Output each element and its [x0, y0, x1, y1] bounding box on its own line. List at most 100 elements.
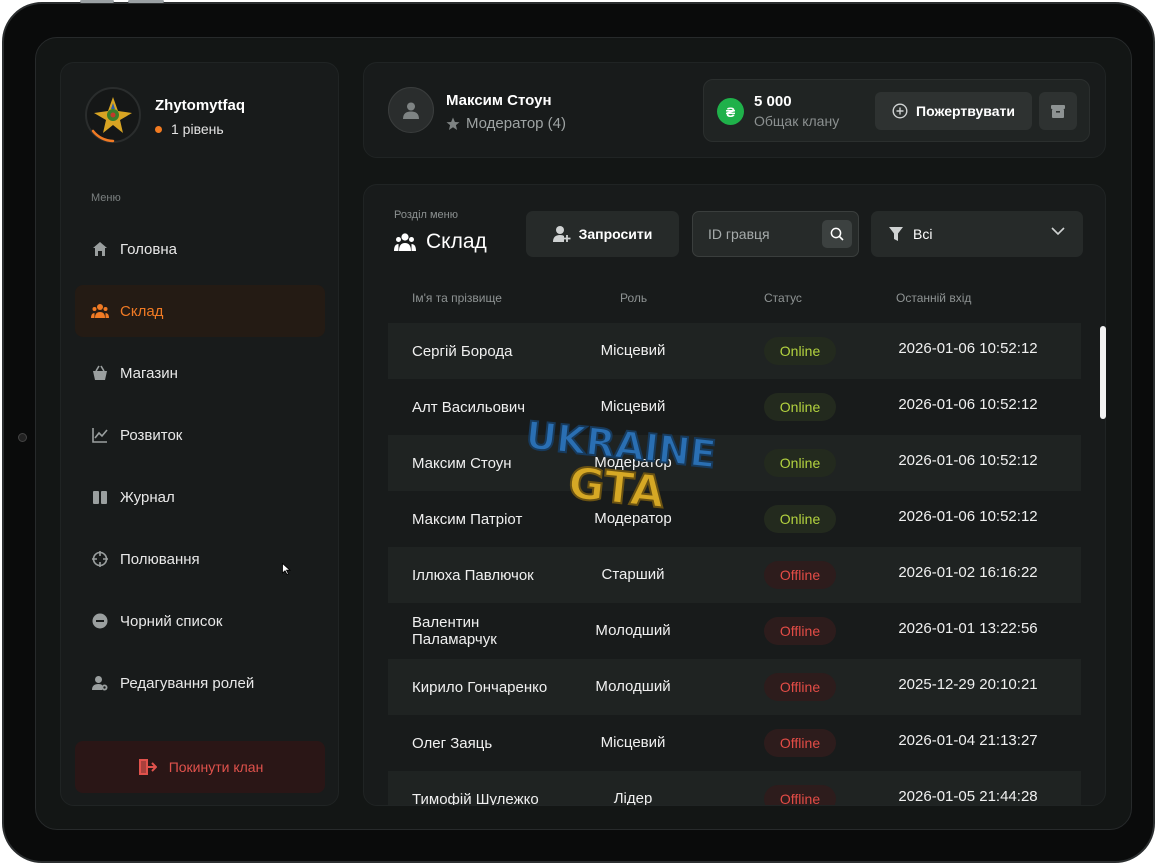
- table-row[interactable]: Тимофій Шулежко Лідер Offline 2026-01-05 21…: [388, 771, 1081, 806]
- treasury-label: Общак клану: [754, 113, 840, 129]
- watermark-logo: UKRAINE GTA: [511, 408, 731, 528]
- search-button[interactable]: [822, 220, 852, 248]
- leave-clan-button[interactable]: Покинути клан: [75, 741, 325, 793]
- clan-treasury: ₴ 5 000 Общак клану Пожертвувати: [703, 79, 1090, 142]
- cell-name: Іллюха Павлючок: [412, 566, 534, 584]
- power-button: [128, 0, 164, 3]
- basket-icon: [91, 364, 109, 382]
- level-progress-arc: [91, 129, 115, 143]
- roster-panel: Розділ меню Склад Запросити Всі Ім'я та …: [363, 184, 1106, 806]
- treasury-amount: 5 000: [754, 93, 792, 110]
- status-badge: Online: [764, 393, 836, 421]
- sidebar-item-label: Розвиток: [120, 426, 183, 444]
- watermark-line2: GTA: [566, 458, 667, 519]
- cell-last-login: 2026-01-01 13:22:56: [898, 620, 1038, 637]
- clan-name: Zhytomytfaq: [155, 97, 245, 114]
- cell-role: Молодший: [595, 622, 671, 639]
- invite-button[interactable]: Запросити: [526, 211, 679, 257]
- archive-icon: [1051, 105, 1065, 118]
- chevron-down-icon: [1051, 227, 1065, 236]
- column-header-role: Роль: [620, 291, 648, 305]
- filter-select[interactable]: Всі: [871, 211, 1083, 257]
- scrollbar[interactable]: [1100, 326, 1106, 419]
- sidebar-item-journal[interactable]: Журнал: [75, 471, 325, 523]
- sidebar-item-label: Редагування ролей: [120, 674, 255, 692]
- sidebar-item-roster[interactable]: Склад: [75, 285, 325, 337]
- cell-last-login: 2026-01-04 21:13:27: [898, 732, 1038, 749]
- table-row[interactable]: Максим Патріот Модератор Online 2026-01-06 …: [388, 491, 1081, 547]
- cell-last-login: 2025-12-29 20:10:21: [898, 676, 1038, 693]
- sidebar-item-label: Чорний список: [120, 612, 223, 630]
- table-row[interactable]: Сергій Борода Місцевий Online 2026-01-06 10…: [388, 323, 1081, 379]
- user-settings-icon: [91, 674, 109, 692]
- status-badge: Offline: [764, 729, 836, 757]
- star-icon: [446, 117, 460, 130]
- status-badge: Offline: [764, 617, 836, 645]
- donate-button[interactable]: Пожертвувати: [875, 92, 1032, 130]
- filter-icon: [889, 226, 903, 242]
- clan-avatar: [85, 87, 141, 143]
- sidebar-item-progress[interactable]: Розвиток: [75, 409, 325, 461]
- search-input[interactable]: [693, 212, 818, 256]
- cell-role: Старший: [601, 566, 665, 583]
- column-header-name: Ім'я та прізвище: [412, 291, 502, 305]
- users-icon: [394, 233, 416, 251]
- status-badge: Online: [764, 337, 836, 365]
- cell-role: Лідер: [613, 790, 653, 806]
- cell-role: Місцевий: [600, 734, 666, 751]
- book-icon: [91, 488, 109, 506]
- sidebar-item-roles[interactable]: Редагування ролей: [75, 657, 325, 709]
- status-badge: Online: [764, 505, 836, 533]
- cell-last-login: 2026-01-06 10:52:12: [898, 396, 1038, 413]
- status-badge: Offline: [764, 561, 836, 589]
- clan-level: 1 рівень: [155, 121, 224, 137]
- chart-icon: [91, 426, 109, 444]
- table-row[interactable]: Іллюха Павлючок Старший Offline 2026-01-02 …: [388, 547, 1081, 603]
- crosshair-icon: [91, 550, 109, 568]
- cell-last-login: 2026-01-02 16:16:22: [898, 564, 1038, 581]
- minus-circle-icon: [91, 612, 109, 630]
- table-row[interactable]: Валентин Паламарчук Молодший Offline 2026-0…: [388, 603, 1081, 659]
- sidebar-item-shop[interactable]: Магазин: [75, 347, 325, 399]
- user-role: Модератор (4): [446, 115, 566, 132]
- cell-name: Тимофій Шулежко: [412, 790, 539, 806]
- sidebar-item-home[interactable]: Головна: [75, 223, 325, 275]
- column-header-status: Статус: [764, 291, 802, 305]
- plus-circle-icon: [892, 103, 908, 119]
- cell-name: Олег Заяць: [412, 734, 493, 752]
- table-row[interactable]: Максим Стоун Модератор Online 2026-01-06 10…: [388, 435, 1081, 491]
- sidebar-item-blacklist[interactable]: Чорний список: [75, 595, 325, 647]
- sidebar-item-label: Головна: [120, 240, 177, 258]
- mouse-cursor-icon: [282, 562, 292, 580]
- user-role-text: Модератор (4): [466, 115, 567, 132]
- cell-name: Валентин Паламарчук: [412, 614, 497, 648]
- section-label: Розділ меню: [394, 209, 458, 221]
- camera-dot: [18, 433, 27, 442]
- sidebar: Zhytomytfaq 1 рівень Меню Головна Склад …: [60, 62, 339, 806]
- status-badge: Offline: [764, 785, 836, 805]
- cell-name: Сергій Борода: [412, 342, 513, 360]
- cell-name: Кирило Гончаренко: [412, 678, 548, 696]
- user-icon: [403, 102, 419, 119]
- archive-button[interactable]: [1039, 92, 1077, 130]
- volume-button: [80, 0, 114, 3]
- sidebar-item-label: Журнал: [120, 488, 175, 506]
- users-icon: [91, 302, 109, 320]
- donate-label: Пожертвувати: [916, 103, 1015, 119]
- table-row[interactable]: Олег Заяць Місцевий Offline 2026-01-04 21:1…: [388, 715, 1081, 771]
- add-user-icon: [552, 226, 571, 242]
- menu-title: Меню: [91, 192, 121, 204]
- table-row[interactable]: Кирило Гончаренко Молодший Offline 2025-12-…: [388, 659, 1081, 715]
- search-icon: [830, 227, 844, 241]
- level-dot-icon: [155, 125, 162, 133]
- exit-door-icon: [137, 757, 157, 777]
- table-row[interactable]: Алт Васильович Місцевий Online 2026-01-06 1…: [388, 379, 1081, 435]
- clan-level-text: 1 рівень: [171, 121, 224, 137]
- search-box: [692, 211, 859, 257]
- cell-last-login: 2026-01-06 10:52:12: [898, 340, 1038, 357]
- column-header-last-login: Останній вхід: [896, 291, 972, 305]
- avatar[interactable]: [388, 87, 434, 133]
- cell-last-login: 2026-01-06 10:52:12: [898, 452, 1038, 469]
- filter-value: Всі: [913, 226, 933, 242]
- sidebar-item-label: Склад: [120, 302, 164, 320]
